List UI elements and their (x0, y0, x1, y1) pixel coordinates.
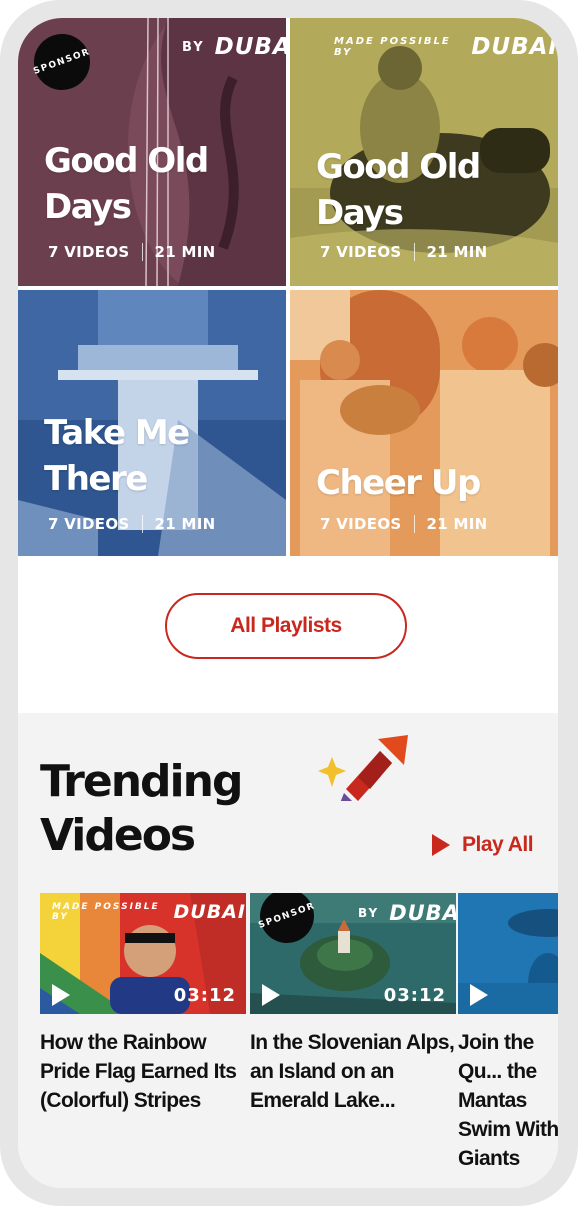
video-title[interactable]: In the Slovenian Alps, an Island on an E… (250, 1028, 456, 1115)
brand-logo: MADE POSSIBLE BY DUBAI (334, 34, 558, 60)
video-thumbnail[interactable] (458, 893, 558, 1014)
video-count: 7 VIDEOS (48, 243, 130, 261)
playlist-title: Good Old Days (44, 138, 209, 230)
video-count: 7 VIDEOS (320, 515, 402, 533)
playlist-card-cheer-up[interactable]: Cheer Up 7 VIDEOS 21 MIN (290, 290, 558, 556)
playlist-title-line2: Days (44, 187, 132, 227)
brand-name: DUBAI (214, 34, 286, 60)
video-thumbnail[interactable]: SPONSOR BY DUBAI 03:12 (250, 893, 456, 1014)
video-card-slovenian-alps[interactable]: SPONSOR BY DUBAI 03:12 In the Slovenian … (250, 893, 456, 1115)
screen: SPONSOR BY DUBAI Good Old Days 7 VIDEOS … (18, 18, 558, 1188)
video-card-rainbow-flag[interactable]: MADE POSSIBLE BY DUBAI 03:12 How the Rai… (40, 893, 246, 1115)
trending-videos-section: Trending Videos Play All MADE POSSIBLE B… (18, 713, 558, 1188)
playlist-title: Take Me There (44, 410, 190, 502)
video-title[interactable]: How the Rainbow Pride Flag Earned Its (C… (40, 1028, 246, 1115)
firework-rocket-icon (318, 735, 408, 801)
section-title: Trending Videos (40, 755, 243, 863)
playlist-meta: 7 VIDEOS 21 MIN (320, 515, 487, 533)
video-duration: 03:12 (173, 985, 236, 1006)
playlist-title-line1: Cheer Up (316, 463, 481, 503)
brand-prefix: BY (182, 39, 205, 55)
section-title-line2: Videos (40, 810, 196, 861)
video-count: 7 VIDEOS (320, 243, 402, 261)
playlist-card-good-old-days-1[interactable]: SPONSOR BY DUBAI Good Old Days 7 VIDEOS … (18, 18, 286, 286)
playlist-title: Good Old Days (316, 144, 481, 236)
brand-logo: BY DUBAI (182, 34, 286, 60)
playlist-title-line1: Good Old (316, 147, 481, 187)
playlist-title-line2: Days (316, 193, 404, 233)
playlist-meta: 7 VIDEOS 21 MIN (320, 243, 487, 261)
play-icon (432, 834, 450, 856)
playlist-card-good-old-days-2[interactable]: MADE POSSIBLE BY DUBAI Good Old Days 7 V… (290, 18, 558, 286)
video-title[interactable]: Join the Qu... the Mantas Swim With Gian… (458, 1028, 558, 1173)
divider (413, 515, 415, 533)
playlist-title-line2: There (44, 459, 148, 499)
brand-name: DUBAI (471, 34, 558, 60)
play-icon (470, 984, 488, 1006)
brand-prefix: MADE POSSIBLE BY (52, 902, 160, 922)
playlist-title-line1: Good Old (44, 141, 209, 181)
playlist-duration: 21 MIN (154, 243, 216, 261)
brand-prefix: BY (358, 906, 380, 920)
playlist-title: Cheer Up (316, 460, 481, 506)
video-card-mantas[interactable]: Join the Qu... the Mantas Swim With Gian… (458, 893, 558, 1173)
divider (141, 515, 143, 533)
divider (413, 243, 415, 261)
all-playlists-button[interactable]: All Playlists (165, 593, 407, 659)
playlist-title-line1: Take Me (44, 413, 190, 453)
brand-name: DUBAI (173, 901, 246, 923)
brand-name: DUBAI (389, 901, 456, 925)
play-all-label: Play All (462, 833, 534, 856)
playlist-duration: 21 MIN (426, 515, 488, 533)
section-title-line1: Trending (40, 756, 243, 807)
video-count: 7 VIDEOS (48, 515, 130, 533)
playlist-meta: 7 VIDEOS 21 MIN (48, 515, 215, 533)
brand-logo: MADE POSSIBLE BY DUBAI (52, 901, 246, 923)
video-duration: 03:12 (383, 985, 446, 1006)
brand-prefix: MADE POSSIBLE BY (334, 36, 451, 58)
video-thumbnail[interactable]: MADE POSSIBLE BY DUBAI 03:12 (40, 893, 246, 1014)
playlist-card-take-me-there[interactable]: Take Me There 7 VIDEOS 21 MIN (18, 290, 286, 556)
playlist-duration: 21 MIN (154, 515, 216, 533)
brand-logo: BY DUBAI (358, 901, 456, 925)
playlist-meta: 7 VIDEOS 21 MIN (48, 243, 215, 261)
play-icon (52, 984, 70, 1006)
play-all-button[interactable]: Play All (432, 833, 534, 857)
playlist-duration: 21 MIN (426, 243, 488, 261)
play-icon (262, 984, 280, 1006)
divider (141, 243, 143, 261)
